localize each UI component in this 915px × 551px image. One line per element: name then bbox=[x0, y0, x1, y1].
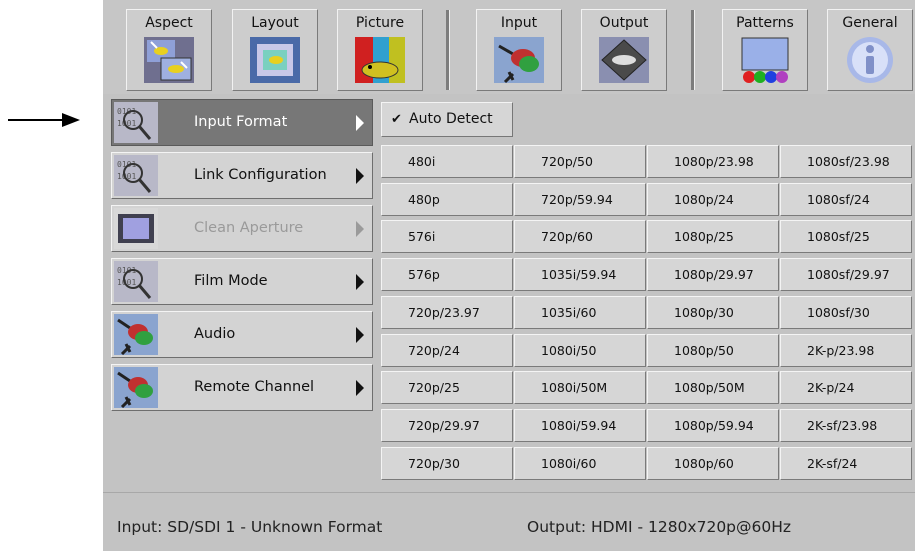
toolbar-general-button[interactable]: General bbox=[827, 9, 913, 91]
format-option-button[interactable]: 720p/30 bbox=[381, 447, 513, 480]
auto-detect-label: Auto Detect bbox=[409, 111, 493, 127]
format-option-button[interactable]: 1080i/59.94 bbox=[514, 409, 646, 442]
format-option-button[interactable]: 1080sf/23.98 bbox=[780, 145, 912, 178]
toolbar-output-button[interactable]: Output bbox=[581, 9, 667, 91]
toolbar-picture-button[interactable]: Picture bbox=[337, 9, 423, 91]
format-option-button[interactable]: 1080p/30 bbox=[647, 296, 779, 329]
toolbar-patterns-button[interactable]: Patterns bbox=[722, 9, 808, 91]
format-option-button[interactable]: 2K-p/23.98 bbox=[780, 334, 912, 367]
format-option-button[interactable]: 1080p/29.97 bbox=[647, 258, 779, 291]
menu-item-audio[interactable]: Audio bbox=[111, 311, 373, 358]
toolbar-input-label: Input bbox=[500, 15, 538, 31]
menu-item-label: Remote Channel bbox=[194, 379, 315, 395]
toolbar-layout-button[interactable]: Layout bbox=[232, 9, 318, 91]
format-option-button[interactable]: 1080p/50 bbox=[647, 334, 779, 367]
magnifier-binary-icon: 0101 1001 bbox=[114, 102, 158, 143]
format-option-button[interactable]: 1080i/60 bbox=[514, 447, 646, 480]
format-option-button[interactable]: 1035i/59.94 bbox=[514, 258, 646, 291]
menu-item-film-mode[interactable]: 0101 1001 Film Mode bbox=[111, 258, 373, 305]
format-option-button[interactable]: 1035i/60 bbox=[514, 296, 646, 329]
toolbar-output-label: Output bbox=[599, 15, 649, 31]
format-option-button[interactable]: 1080p/24 bbox=[647, 183, 779, 216]
format-option-button[interactable]: 720p/23.97 bbox=[381, 296, 513, 329]
toolbar-picture-label: Picture bbox=[355, 15, 405, 31]
format-option-button[interactable]: 1080p/23.98 bbox=[647, 145, 779, 178]
format-option-button[interactable]: 1080p/60 bbox=[647, 447, 779, 480]
format-option-button[interactable]: 2K-p/24 bbox=[780, 371, 912, 404]
aspect-icon bbox=[144, 37, 194, 83]
chevron-right-icon bbox=[356, 168, 364, 184]
app-window: Aspect Layout Picture Input Output Patte… bbox=[103, 0, 915, 551]
rca-connector-icon bbox=[114, 367, 158, 408]
menu-item-label: Film Mode bbox=[194, 273, 268, 289]
info-icon bbox=[847, 37, 893, 83]
toolbar-patterns-label: Patterns bbox=[736, 15, 794, 31]
output-status: Output: HDMI - 1280x720p@60Hz bbox=[527, 518, 792, 536]
status-bar: Input: SD/SDI 1 - Unknown Format Output:… bbox=[103, 492, 915, 551]
rca-connector-icon bbox=[114, 314, 158, 355]
format-option-button[interactable]: 1080sf/25 bbox=[780, 220, 912, 253]
menu-item-input-format[interactable]: 0101 1001 Input Format bbox=[111, 99, 373, 146]
menu-item-label: Clean Aperture bbox=[194, 220, 304, 236]
layout-icon bbox=[250, 37, 300, 83]
format-option-button[interactable]: 2K-sf/24 bbox=[780, 447, 912, 480]
format-option-button[interactable]: 720p/60 bbox=[514, 220, 646, 253]
picture-icon bbox=[355, 37, 405, 83]
format-option-button[interactable]: 720p/24 bbox=[381, 334, 513, 367]
output-vxs-icon bbox=[599, 37, 649, 83]
magnifier-binary-icon: 0101 1001 bbox=[114, 155, 158, 196]
format-option-button[interactable]: 720p/59.94 bbox=[514, 183, 646, 216]
aperture-frame-icon bbox=[114, 208, 158, 249]
patterns-icon bbox=[741, 37, 789, 83]
format-option-button[interactable]: 576p bbox=[381, 258, 513, 291]
menu-item-label: Input Format bbox=[194, 114, 288, 130]
format-option-button[interactable]: 1080i/50 bbox=[514, 334, 646, 367]
toolbar-aspect-button[interactable]: Aspect bbox=[126, 9, 212, 91]
chevron-right-icon bbox=[356, 327, 364, 343]
input-connector-icon bbox=[494, 37, 544, 84]
format-option-button[interactable]: 1080p/25 bbox=[647, 220, 779, 253]
checkmark-icon: ✔ bbox=[391, 112, 402, 127]
format-option-button[interactable]: 1080p/59.94 bbox=[647, 409, 779, 442]
auto-detect-checkbox[interactable]: ✔ Auto Detect bbox=[381, 102, 513, 137]
toolbar-separator bbox=[446, 10, 450, 90]
format-option-button[interactable]: 480i bbox=[381, 145, 513, 178]
menu-item-label: Audio bbox=[194, 326, 236, 342]
format-option-button[interactable]: 720p/29.97 bbox=[381, 409, 513, 442]
format-option-button[interactable]: 720p/25 bbox=[381, 371, 513, 404]
format-option-button[interactable]: 1080sf/30 bbox=[780, 296, 912, 329]
format-option-button[interactable]: 1080i/50M bbox=[514, 371, 646, 404]
chevron-right-icon bbox=[356, 274, 364, 290]
menu-item-link-configuration[interactable]: 0101 1001 Link Configuration bbox=[111, 152, 373, 199]
pointer-arrow-icon bbox=[8, 113, 80, 127]
menu-item-clean-aperture: Clean Aperture bbox=[111, 205, 373, 252]
toolbar-general-label: General bbox=[842, 15, 898, 31]
main-toolbar: Aspect Layout Picture Input Output Patte… bbox=[103, 0, 915, 94]
format-option-button[interactable]: 2K-sf/23.98 bbox=[780, 409, 912, 442]
format-option-button[interactable]: 1080p/50M bbox=[647, 371, 779, 404]
chevron-right-icon bbox=[356, 221, 364, 237]
format-option-button[interactable]: 576i bbox=[381, 220, 513, 253]
chevron-right-icon bbox=[356, 380, 364, 396]
toolbar-input-button[interactable]: Input bbox=[476, 9, 562, 91]
menu-item-label: Link Configuration bbox=[194, 167, 327, 183]
format-option-button[interactable]: 480p bbox=[381, 183, 513, 216]
format-option-button[interactable]: 1080sf/24 bbox=[780, 183, 912, 216]
input-status: Input: SD/SDI 1 - Unknown Format bbox=[117, 518, 383, 536]
toolbar-layout-label: Layout bbox=[251, 15, 299, 31]
chevron-right-icon bbox=[356, 115, 364, 131]
format-option-button[interactable]: 1080sf/29.97 bbox=[780, 258, 912, 291]
format-option-button[interactable]: 720p/50 bbox=[514, 145, 646, 178]
menu-item-remote-channel[interactable]: Remote Channel bbox=[111, 364, 373, 411]
toolbar-separator bbox=[691, 10, 695, 90]
toolbar-aspect-label: Aspect bbox=[145, 15, 193, 31]
magnifier-binary-icon: 0101 1001 bbox=[114, 261, 158, 302]
